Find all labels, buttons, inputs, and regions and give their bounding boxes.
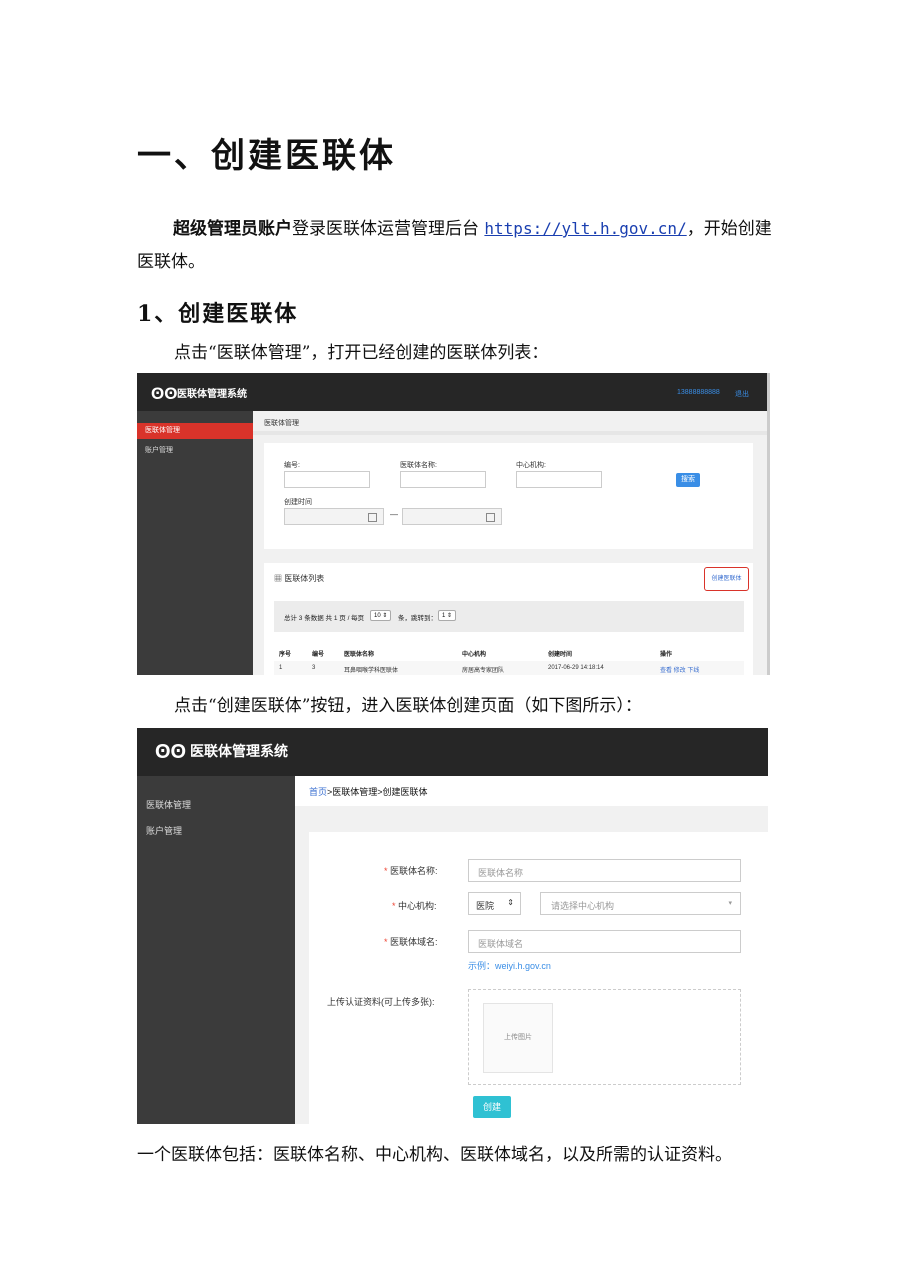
per-page-select[interactable]: 10 ⇕ <box>370 610 392 621</box>
sidebar: 医联体管理 账户管理 <box>137 411 253 675</box>
sidebar-item-alliance[interactable]: 医联体管理 <box>137 423 253 439</box>
code-input[interactable] <box>284 471 370 488</box>
center-select[interactable]: 请选择中心机构 ▾ <box>540 892 741 915</box>
create-form: * 医联体名称: 医联体名称 * 中心机构: 医院 ⇕ 请选择中心机构 ▾ * 医联… <box>309 832 768 1124</box>
sidebar-item-account[interactable]: 账户管理 <box>137 824 182 837</box>
domain-input[interactable]: 医联体域名 <box>468 930 741 953</box>
list-panel: ▦ 医联体列表 创建医联体 总计 3 条数据 共 1 页 / 每页 10 ⇕ 条… <box>264 563 753 675</box>
intro-text1: 登录医联体运营管理后台 <box>292 219 479 239</box>
sidebar: 医联体管理 账户管理 <box>137 776 295 1124</box>
logout-link[interactable]: 退出 <box>735 389 749 399</box>
center-input[interactable] <box>516 471 602 488</box>
backend-link[interactable]: https://ylt.h.gov.cn/ <box>484 219 686 238</box>
sidebar-item-alliance[interactable]: 医联体管理 <box>137 798 191 811</box>
upload-area[interactable]: 上传图片 <box>468 989 741 1085</box>
jump-select[interactable]: 1 ⇕ <box>438 610 457 621</box>
name-input[interactable] <box>400 471 486 488</box>
breadcrumb-bar: 首页>医联体管理>创建医联体 <box>295 776 768 806</box>
name-label: 医联体名称: <box>400 462 437 469</box>
screenshot-create: ʘʘ 医联体管理系统 医联体管理 账户管理 首页>医联体管理>创建医联体 * 医… <box>137 728 768 1124</box>
summary-text: 一个医联体包括：医联体名称、中心机构、医联体域名，以及所需的认证资料。 <box>137 1145 732 1165</box>
name-label: * 医联体名称: <box>384 866 438 876</box>
breadcrumb: 首页>医联体管理>创建医联体 <box>309 787 428 797</box>
create-alliance-button[interactable]: 创建医联体 <box>704 567 749 591</box>
list-title: ▦ 医联体列表 <box>274 574 325 583</box>
row-actions[interactable]: 查看 修改 下线 <box>660 665 699 674</box>
code-label: 编号: <box>284 462 300 469</box>
table-row: 1 3 耳鼻咽喉学科医联体 房居高专家团队 2017-06-29 14:18:1… <box>274 661 744 675</box>
center-type-select[interactable]: 医院 ⇕ <box>468 892 521 915</box>
alliance-name-input[interactable]: 医联体名称 <box>468 859 741 882</box>
th-name: 医联体名称 <box>344 652 375 658</box>
create-button[interactable]: 创建 <box>473 1096 511 1118</box>
time-label: 创建时间 <box>284 499 312 506</box>
screenshot-list: ʘʘ 医联体管理系统 13888888888 退出 医联体管理 账户管理 医联体… <box>137 373 770 675</box>
intro-bold: 超级管理员账户 <box>173 219 292 239</box>
page-heading: 一、创建医联体 <box>137 136 396 176</box>
divider <box>253 431 767 435</box>
end-date-input[interactable] <box>402 508 502 525</box>
th-action: 操作 <box>660 652 673 658</box>
pager-middle: 条，跳转到： <box>398 615 437 622</box>
pager-bar: 总计 3 条数据 共 1 页 / 每页 10 ⇕ 条，跳转到： 1 ⇕ <box>274 601 744 632</box>
th-index: 序号 <box>279 652 292 658</box>
sidebar-item-label: 医联体管理 <box>145 427 180 434</box>
th-code: 编号 <box>312 652 325 658</box>
topbar: ʘʘ 医联体管理系统 13888888888 退出 <box>137 373 767 411</box>
center-label: * 中心机构: <box>392 901 437 911</box>
pager-prefix: 总计 3 条数据 共 1 页 / 每页 <box>284 615 365 622</box>
th-time: 创建时间 <box>548 652 573 658</box>
search-button[interactable]: 搜索 <box>676 473 700 487</box>
user-phone[interactable]: 13888888888 <box>677 389 720 396</box>
logo-icon: ʘʘ <box>155 741 187 763</box>
intro-paragraph: 超级管理员账户登录医联体运营管理后台 https://ylt.h.gov.cn/… <box>137 212 777 279</box>
caption-2: 点击“创建医联体”按钮，进入医联体创建页面（如下图所示）： <box>174 696 642 716</box>
th-center: 中心机构 <box>462 652 487 658</box>
upload-image-button[interactable]: 上传图片 <box>483 1003 553 1073</box>
filter-panel: 编号: 医联体名称: 中心机构: 搜索 创建时间 — <box>264 443 753 549</box>
caption-1: 点击“医联体管理”，打开已经创建的医联体列表： <box>174 343 549 363</box>
chevron-down-icon: ▾ <box>728 900 732 907</box>
breadcrumb: 医联体管理 <box>264 420 299 427</box>
start-date-input[interactable] <box>284 508 384 525</box>
upload-label: 上传认证资料(可上传多张): <box>327 997 435 1007</box>
calendar-icon[interactable] <box>368 513 377 522</box>
section-heading: 1、创建医联体 <box>137 301 299 327</box>
app-title: 医联体管理系统 <box>190 743 288 759</box>
range-separator: — <box>390 510 398 519</box>
app-title: 医联体管理系统 <box>177 389 247 400</box>
sidebar-item-label: 账户管理 <box>145 447 173 454</box>
calendar-icon[interactable] <box>486 513 495 522</box>
center-label: 中心机构: <box>516 462 546 469</box>
sidebar-item-account[interactable]: 账户管理 <box>137 445 173 455</box>
breadcrumb-home[interactable]: 首页 <box>309 787 327 797</box>
active-arrow <box>245 423 253 439</box>
topbar: ʘʘ 医联体管理系统 <box>137 728 768 776</box>
domain-label: * 医联体域名: <box>384 937 438 947</box>
logo-icon: ʘʘ <box>151 384 178 403</box>
domain-example: 示例：weiyi.h.gov.cn <box>468 961 551 971</box>
select-arrows-icon: ⇕ <box>507 898 514 907</box>
